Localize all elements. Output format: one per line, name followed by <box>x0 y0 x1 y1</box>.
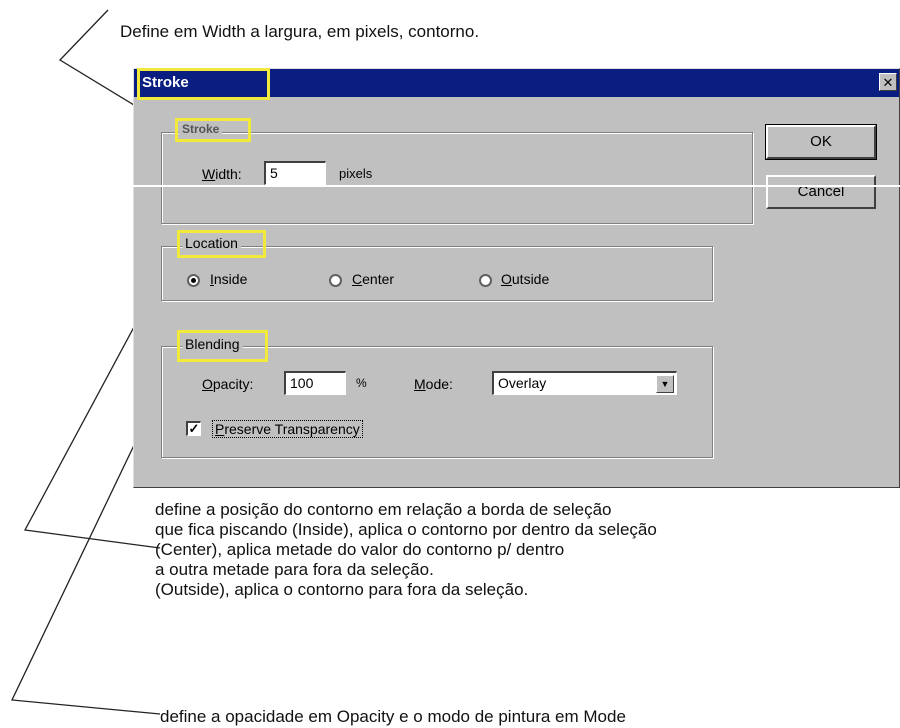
opacity-input[interactable]: 100 <box>284 371 346 395</box>
highlight-location-legend <box>177 230 266 258</box>
highlight-title <box>137 68 270 100</box>
mode-value: Overlay <box>498 375 547 391</box>
highlight-blending-legend <box>177 330 268 362</box>
width-input[interactable]: 5 <box>264 161 326 185</box>
width-label: Width: <box>202 166 242 182</box>
ok-button[interactable]: OK <box>765 124 877 160</box>
annotation-width: Define em Width a largura, em pixels, co… <box>120 22 480 41</box>
width-unit: pixels <box>339 166 373 181</box>
opacity-label: Opacity: <box>202 376 254 392</box>
radio-inside[interactable] <box>187 274 200 287</box>
opacity-unit: % <box>356 376 367 390</box>
mode-label: Mode: <box>414 376 453 392</box>
annotation-blending: define a opacidade em Opacity e o modo d… <box>160 707 626 726</box>
radio-outside[interactable] <box>479 274 492 287</box>
stroke-group <box>161 132 753 224</box>
cancel-button[interactable]: Cancel <box>766 175 876 209</box>
highlight-stroke-legend <box>175 118 251 142</box>
radio-outside-label[interactable]: Outside <box>501 271 549 287</box>
preserve-transparency-label[interactable]: Preserve Transparency <box>212 420 363 438</box>
blending-group <box>161 346 713 458</box>
stroke-dialog: Stroke ✕ Stroke Width: 5 pixels OK Cance… <box>133 68 900 488</box>
radio-center-label[interactable]: Center <box>352 271 394 287</box>
chevron-down-icon[interactable]: ▼ <box>656 375 674 393</box>
radio-inside-label[interactable]: Inside <box>210 271 247 287</box>
close-icon[interactable]: ✕ <box>879 73 897 91</box>
radio-center[interactable] <box>329 274 342 287</box>
annotation-location: define a posição do contorno em relação … <box>155 500 657 599</box>
scan-artifact-line <box>133 185 900 187</box>
preserve-transparency-checkbox[interactable]: ✓ <box>186 421 201 436</box>
mode-select[interactable]: Overlay ▼ <box>492 371 677 395</box>
